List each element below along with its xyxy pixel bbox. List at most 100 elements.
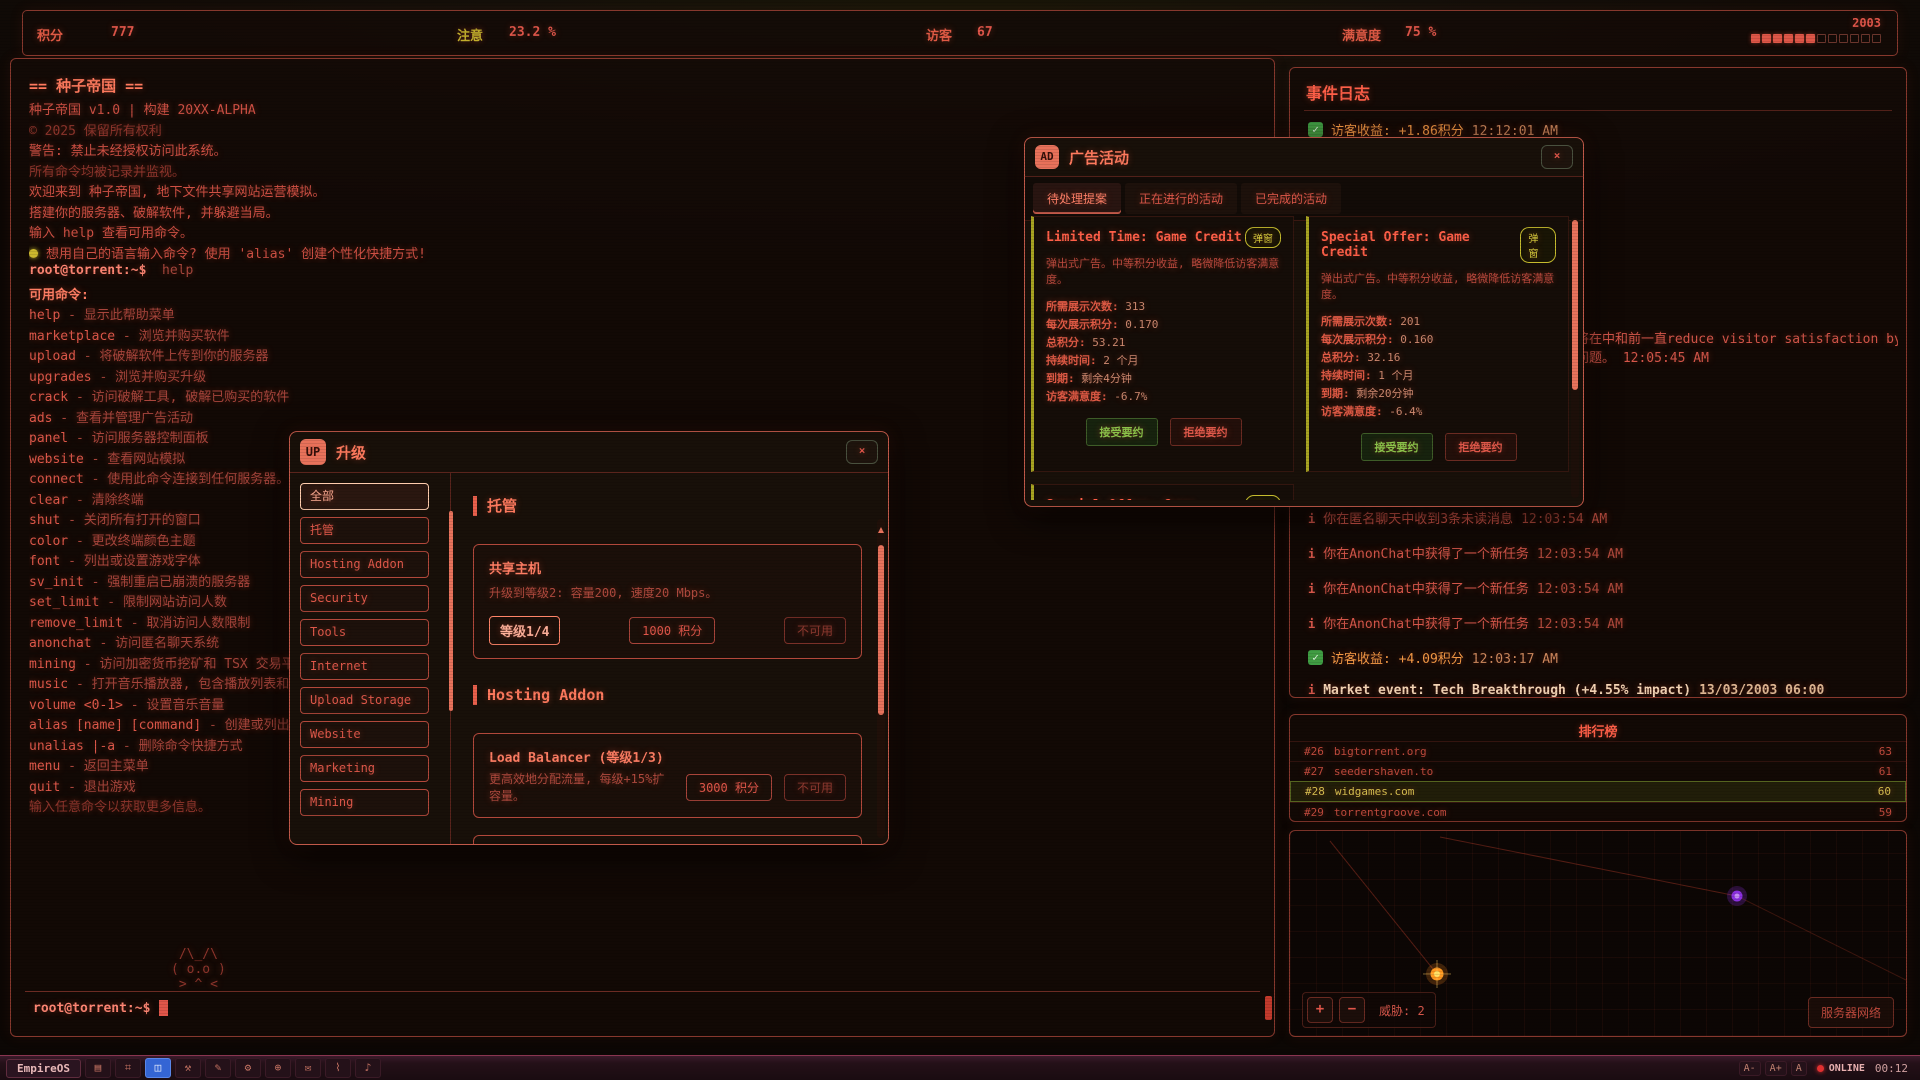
command-sep: - [60, 554, 84, 569]
ad-stat-row: 到期: 剩余20分钟 [1321, 385, 1556, 403]
upgrade-scrollbar[interactable] [877, 519, 885, 838]
ad-tabs: 待处理提案 正在进行的活动 已完成的活动 [1025, 177, 1583, 221]
close-icon[interactable]: × [1541, 145, 1573, 169]
terminal-line: 种子帝国 v1.0 | 构建 20XX-ALPHA [29, 103, 256, 118]
ad-scrollbar[interactable] [1571, 218, 1579, 498]
zoom-in-button[interactable]: + [1307, 997, 1333, 1023]
section-title: 托管 [487, 497, 518, 515]
scroll-thumb[interactable] [1572, 220, 1578, 390]
scroll-thumb[interactable] [878, 545, 884, 715]
active-app-icon[interactable]: ◫ [144, 1058, 171, 1078]
ad-tab-active[interactable]: 待处理提案 [1033, 183, 1122, 214]
online-label: ONLINE [1828, 1062, 1865, 1074]
ad-offer-desc: 弹出式广告。中等积分收益, 略微降低访客满意度。 [1046, 257, 1280, 286]
ad-tab-item[interactable]: 已完成的活动 [1241, 183, 1342, 214]
crack-icon[interactable]: ⌇ [324, 1058, 351, 1078]
site-name: seedershaven.to [1333, 765, 1434, 778]
accept-offer-button[interactable]: 接受要约 [1360, 433, 1433, 461]
wrench-icon[interactable]: ⚒ [174, 1058, 201, 1078]
site-score: 59 [1878, 806, 1892, 819]
stat-label: 每次展示积分: [1321, 333, 1394, 346]
game-desktop: 积分 777 注意 23.2 % 访客 67 满意度 75 % 2003 == 种子帝国 ==… [0, 0, 1920, 1080]
ad-card-header: Special Offer: Game Credit 弹窗 [1321, 227, 1556, 263]
upgrade-category-托管[interactable]: 托管 [300, 517, 429, 544]
upgrade-category-mining[interactable]: Mining [300, 789, 429, 816]
upgrade-category-marketing[interactable]: Marketing [300, 755, 429, 782]
stat-value: -6.7% [1107, 390, 1148, 403]
info-icon: i [1308, 617, 1316, 631]
buy-button-disabled[interactable]: 不可用 [783, 773, 846, 801]
upgrade-card: Load Balancer (等级1/3) 更高效地分配流量, 每级+15%扩容量… [473, 733, 862, 818]
mail-icon[interactable]: ✉ [294, 1058, 321, 1078]
command-desc: 强制重启已崩溃的服务器 [107, 574, 251, 590]
stat-value: 1 个月 [1371, 369, 1414, 382]
gear-icon[interactable]: ⚙ [234, 1058, 261, 1078]
command-desc: 使用此命令连接到任何服务器。 [107, 472, 290, 487]
ad-campaigns-dialog: AD 广告活动 × 待处理提案 正在进行的活动 已完成的活动 Limited Tim… [1024, 137, 1584, 507]
upgrade-dialog-header[interactable]: UP 升级 × [290, 432, 888, 473]
command-name: quit [29, 779, 61, 795]
tip-text: 想用自己的语言输入命令? 使用 'alias' 创建个性化快捷方式! [46, 246, 426, 262]
stat-label: 满意度 [1342, 29, 1382, 44]
terminal-input-bar[interactable]: root@torrent:~$ [25, 991, 1260, 1024]
stat-value: 32.16 [1360, 351, 1401, 364]
editor-icon[interactable]: ✎ [204, 1058, 231, 1078]
ad-tab-item[interactable]: 正在进行的活动 [1125, 183, 1238, 214]
terminal-cursor [159, 1000, 169, 1016]
command-sep: - [60, 308, 84, 323]
os-menu-button[interactable]: EmpireOS [6, 1058, 81, 1078]
upgrade-category-tools[interactable]: Tools [300, 619, 429, 646]
year-square [1773, 34, 1782, 43]
upgrade-category-全部[interactable]: 全部 [300, 483, 429, 510]
ad-stat-row: 访客满意度: -6.4% [1321, 403, 1556, 421]
command-name: menu [29, 759, 61, 774]
accept-offer-button[interactable]: 接受要约 [1085, 418, 1158, 446]
globe-icon[interactable]: ⊕ [264, 1058, 291, 1078]
font-button-aplus[interactable]: A+ [1764, 1060, 1787, 1076]
terminal-scroll-indicator[interactable] [1265, 996, 1272, 1020]
event-time: 12:03:54 AM [1536, 617, 1623, 632]
upgrade-desc: 更高效地分配流量, 每级+15%扩容量。 [489, 772, 665, 803]
reject-offer-button[interactable]: 拒绝要约 [1169, 418, 1242, 446]
reject-offer-button[interactable]: 拒绝要约 [1444, 433, 1517, 461]
command-name: music [29, 677, 69, 692]
upgrade-section-header: 托管 [473, 495, 862, 516]
upgrade-card-row: 更高效地分配流量, 每级+15%扩容量。 3000 积分 不可用 [489, 770, 846, 804]
stat-value: 23.2 % [509, 25, 556, 40]
stat-label: 注意 [457, 29, 484, 44]
zoom-out-button[interactable]: − [1339, 997, 1365, 1023]
upgrade-dialog-title: 升级 [336, 443, 367, 462]
event-text: 你在匿名聊天中收到3条未读消息 [1323, 512, 1514, 527]
event-entry-partial: 将在中和前一直reduce visitor satisfaction by 问题。… [1576, 330, 1898, 368]
upgrade-category-hosting-addon[interactable]: Hosting Addon [300, 551, 429, 578]
upgrade-category-upload-storage[interactable]: Upload Storage [300, 687, 429, 714]
screen-icon[interactable]: ▤ [84, 1058, 111, 1078]
server-network-map[interactable]: + − 威胁: 2 服务器网络 [1289, 830, 1907, 1037]
year-square [1806, 34, 1815, 43]
map-controls: + − 威胁: 2 [1302, 992, 1436, 1028]
scroll-up-arrow[interactable] [878, 527, 884, 533]
upgrade-category-sidebar: 全部托管 Hosting Addon Security Tools Internet Up… [290, 473, 453, 844]
command-name: help [29, 308, 61, 323]
threat-value: 2 [1417, 1003, 1425, 1018]
music-icon[interactable]: ♪ [354, 1058, 381, 1078]
upgrade-category-security[interactable]: Security [300, 585, 429, 612]
command-name: crack [29, 390, 69, 405]
top-status-bar: 积分 777 注意 23.2 % 访客 67 满意度 75 % 2003 [22, 10, 1898, 56]
command-desc: 访问匿名聊天系统 [115, 636, 220, 651]
buy-button-disabled[interactable]: 不可用 [783, 617, 846, 644]
files-icon[interactable]: ⌗ [114, 1058, 141, 1078]
upgrade-category-website[interactable]: Website [300, 721, 429, 748]
upgrade-content: 托管 共享主机 升级到等级2: 容量200, 速度20 Mbps。 等级1/4 1000… [451, 473, 888, 844]
online-status: ONLINE [1816, 1062, 1865, 1074]
server-network-button[interactable]: 服务器网络 [1807, 997, 1894, 1028]
font-button-aminus[interactable]: A- [1738, 1060, 1761, 1076]
close-icon[interactable]: × [846, 440, 878, 464]
ad-card-buttons: 接受要约 拒绝要约 [1321, 433, 1556, 461]
stat-value: 剩余4分钟 [1074, 372, 1132, 385]
check-icon: ✓ [1308, 122, 1323, 137]
ad-dialog-header[interactable]: AD 广告活动 × [1025, 138, 1583, 177]
upgrade-category-internet[interactable]: Internet [300, 653, 429, 680]
ascii-cat-art: /\_/\ ( o.o ) > ^ < [171, 947, 226, 992]
font-button-a[interactable]: A [1790, 1060, 1807, 1076]
